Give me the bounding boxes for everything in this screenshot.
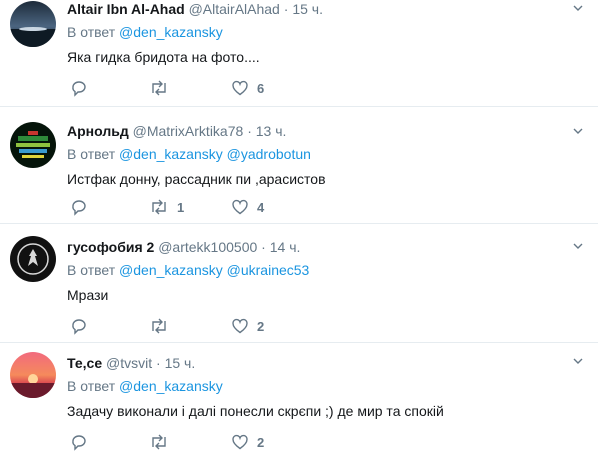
retweet-count: 1	[177, 199, 185, 215]
tweet-text: Яка гидка бридота на фото....	[67, 49, 260, 65]
separator: ·	[283, 1, 289, 17]
author-name[interactable]: Те,се	[67, 355, 102, 371]
like-button[interactable]: 4	[231, 197, 264, 217]
tweet-text: Истфак донну, рассадник пи ,арасистов	[67, 171, 326, 187]
like-icon	[232, 434, 248, 450]
author-handle[interactable]: @AltairAlAhad	[189, 1, 280, 17]
retweet-icon	[152, 199, 166, 215]
timestamp[interactable]: 15 ч.	[292, 1, 323, 17]
like-icon	[232, 80, 248, 96]
reply-icon	[72, 319, 86, 335]
author-name[interactable]: гусофобия 2	[67, 239, 154, 255]
avatar[interactable]	[10, 122, 56, 168]
author-handle[interactable]: @artekk100500	[158, 239, 257, 255]
retweet-button[interactable]	[149, 432, 177, 452]
reply-prefix: В ответ	[67, 378, 116, 394]
tweet-header: Арнольд @MatrixArktika78 · 13 ч.	[67, 122, 586, 140]
separator: ·	[156, 355, 161, 371]
like-button[interactable]: 6	[231, 78, 264, 98]
tweet-header: Altair Ibn Al-Ahad @AltairAlAhad · 15 ч.	[67, 0, 586, 18]
avatar[interactable]	[10, 1, 56, 47]
reply-button[interactable]	[70, 197, 96, 217]
mention-link[interactable]: @den_kazansky	[119, 262, 223, 278]
author-name[interactable]: Арнольд	[67, 123, 129, 139]
author-name[interactable]: Altair Ibn Al-Ahad	[67, 1, 185, 17]
chevron-down-icon[interactable]	[572, 355, 584, 367]
reply-icon	[72, 200, 86, 216]
like-count: 2	[257, 434, 265, 450]
reply-icon	[72, 81, 86, 97]
timestamp[interactable]: 15 ч.	[165, 355, 196, 371]
retweet-button[interactable]	[149, 78, 177, 98]
timestamp[interactable]: 14 ч.	[270, 239, 301, 255]
reply-prefix: В ответ	[67, 262, 116, 278]
separator: ·	[247, 123, 252, 139]
tweet-header: Те,се @tvsvit · 15 ч.	[67, 354, 586, 372]
mention-link[interactable]: @yadrobotun	[227, 146, 311, 162]
like-button[interactable]: 2	[231, 316, 264, 336]
reply-context: В ответ @den_kazansky @yadrobotun	[67, 145, 586, 163]
avatar[interactable]	[10, 236, 56, 282]
mention-link[interactable]: @den_kazansky	[119, 24, 223, 40]
chevron-down-icon[interactable]	[572, 2, 584, 14]
reply-button[interactable]	[70, 432, 96, 452]
timestamp[interactable]: 13 ч.	[256, 123, 287, 139]
author-handle[interactable]: @MatrixArktika78	[133, 123, 244, 139]
like-count: 4	[257, 199, 265, 215]
reply-context: В ответ @den_kazansky	[67, 377, 586, 395]
separator: ·	[261, 239, 266, 255]
tweet-text: Мрази	[67, 287, 109, 303]
chevron-down-icon[interactable]	[572, 240, 584, 252]
like-count: 6	[257, 80, 265, 96]
reply-button[interactable]	[70, 316, 96, 336]
like-button[interactable]: 2	[231, 432, 264, 452]
like-icon	[232, 318, 248, 334]
chevron-down-icon[interactable]	[572, 125, 584, 137]
mention-link[interactable]: @den_kazansky	[119, 146, 223, 162]
tweet-text: Задачу виконали і далі понесли скрєпи ;)…	[67, 403, 444, 419]
retweet-icon	[152, 318, 166, 334]
like-count: 2	[257, 318, 265, 334]
mention-link[interactable]: @den_kazansky	[119, 378, 223, 394]
retweet-button[interactable]: 1	[149, 197, 184, 217]
reply-prefix: В ответ	[67, 146, 116, 162]
mention-link[interactable]: @ukrainec53	[227, 262, 310, 278]
reply-context: В ответ @den_kazansky	[67, 23, 586, 41]
reply-context: В ответ @den_kazansky @ukrainec53	[67, 261, 586, 279]
avatar[interactable]	[10, 352, 56, 398]
retweet-icon	[152, 80, 166, 96]
author-handle[interactable]: @tvsvit	[106, 355, 152, 371]
reply-icon	[72, 435, 86, 451]
retweet-icon	[152, 434, 166, 450]
reply-button[interactable]	[70, 78, 96, 98]
like-icon	[232, 199, 248, 215]
tweet-header: гусофобия 2 @artekk100500 · 14 ч.	[67, 238, 586, 256]
retweet-button[interactable]	[149, 316, 177, 336]
reply-prefix: В ответ	[67, 24, 116, 40]
